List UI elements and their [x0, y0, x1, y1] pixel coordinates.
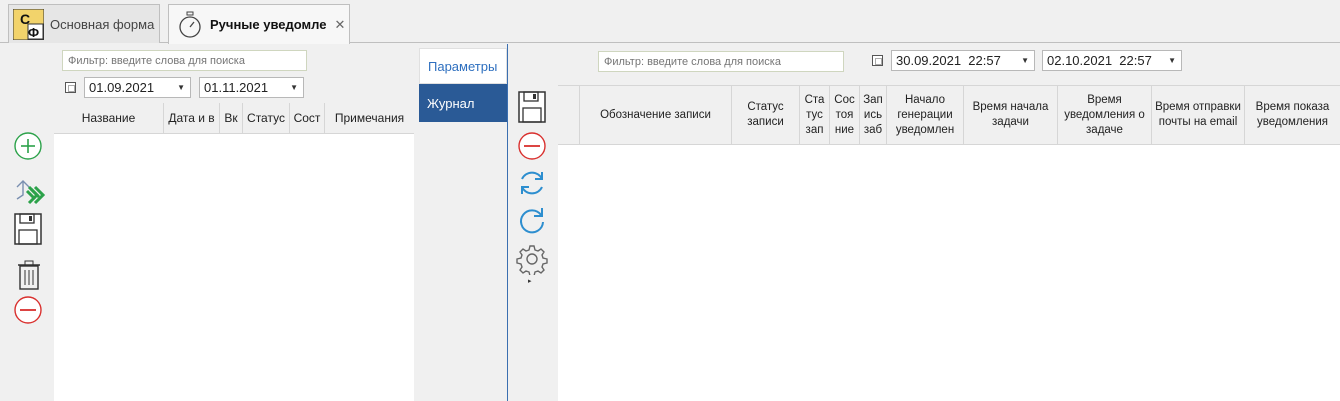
col-email-send-time[interactable]: Время отправки почты на email: [1152, 86, 1245, 144]
right-date-checkbox[interactable]: [872, 55, 883, 66]
save-icon[interactable]: [14, 213, 42, 245]
side-tab-parameters[interactable]: Параметры: [419, 48, 507, 84]
col-record-designation[interactable]: Обозначение записи: [580, 86, 732, 144]
right-date-to-value: 02.10.2021 22:57: [1047, 53, 1152, 68]
left-table-header: Название Дата и в Вк Статус Сост Примеча…: [54, 103, 414, 134]
app-logo-icon: С Ф: [13, 8, 44, 40]
close-tab-icon[interactable]: ✕: [334, 17, 345, 33]
svg-text:Ф: Ф: [28, 25, 39, 40]
col-notification-display-time[interactable]: Время показа уведомления: [1245, 86, 1340, 144]
redo-icon[interactable]: [517, 205, 547, 235]
col-task-notification-time[interactable]: Время уведомления о задаче: [1058, 86, 1152, 144]
refresh-icon[interactable]: [517, 168, 547, 198]
remove-icon[interactable]: [518, 132, 546, 160]
col-generation-start[interactable]: Начало генерации уведомлен: [887, 86, 964, 144]
gear-icon[interactable]: [516, 243, 548, 275]
tab-manual-notifications[interactable]: Ручные уведомле ✕: [168, 4, 350, 44]
col-date[interactable]: Дата и в: [164, 103, 220, 133]
left-date-from[interactable]: 01.09.2021 ▼: [84, 77, 191, 98]
right-date-from[interactable]: 30.09.2021 22:57 ▼: [891, 50, 1035, 71]
remove-icon[interactable]: [14, 296, 42, 324]
right-table-header: Обозначение записи Статус записи Ста тус…: [558, 85, 1340, 145]
left-date-from-value: 01.09.2021: [89, 80, 155, 95]
left-date-to-value: 01.11.2021: [204, 80, 269, 95]
left-date-to[interactable]: 01.11.2021 ▼: [199, 77, 304, 98]
right-table-body[interactable]: [558, 145, 1340, 401]
chevron-down-icon[interactable]: ▼: [177, 83, 185, 92]
left-filter-input[interactable]: [62, 50, 307, 71]
left-table-body[interactable]: [54, 134, 414, 401]
right-date-from-value: 30.09.2021 22:57: [896, 53, 1001, 68]
tab-manual-notifications-label: Ручные уведомле: [210, 17, 327, 32]
left-date-checkbox[interactable]: [65, 82, 76, 93]
col-record-status[interactable]: Статус записи: [732, 86, 800, 144]
chevron-down-icon[interactable]: ▼: [1168, 56, 1176, 65]
gear-dropdown-arrow-icon[interactable]: ▸: [528, 277, 532, 285]
col-record-blocked[interactable]: Зап ись заб: [860, 86, 887, 144]
col-state[interactable]: Сост: [290, 103, 325, 133]
right-date-to[interactable]: 02.10.2021 22:57 ▼: [1042, 50, 1182, 71]
chevron-down-icon[interactable]: ▼: [1021, 56, 1029, 65]
col-vk[interactable]: Вк: [220, 103, 243, 133]
side-tab-journal[interactable]: Журнал: [419, 84, 507, 122]
chevron-down-icon[interactable]: ▼: [290, 83, 298, 92]
col-status[interactable]: Статус: [243, 103, 290, 133]
col-notes[interactable]: Примечания: [325, 103, 414, 133]
stopwatch-icon: [178, 11, 202, 39]
col-state-short[interactable]: Сос тоя ние: [830, 86, 860, 144]
col-task-start-time[interactable]: Время начала задачи: [964, 86, 1058, 144]
tab-main-form[interactable]: С Ф Основная форма: [8, 4, 160, 43]
col-status-short[interactable]: Ста тус зап: [800, 86, 830, 144]
trash-icon[interactable]: [17, 260, 41, 290]
tab-main-form-label: Основная форма: [50, 16, 155, 32]
add-icon[interactable]: [14, 132, 42, 160]
col-indicator: [558, 86, 580, 144]
transfer-icon[interactable]: [13, 177, 45, 205]
save-icon[interactable]: [518, 91, 546, 123]
col-name[interactable]: Название: [54, 103, 164, 133]
right-filter-input[interactable]: [598, 51, 844, 72]
